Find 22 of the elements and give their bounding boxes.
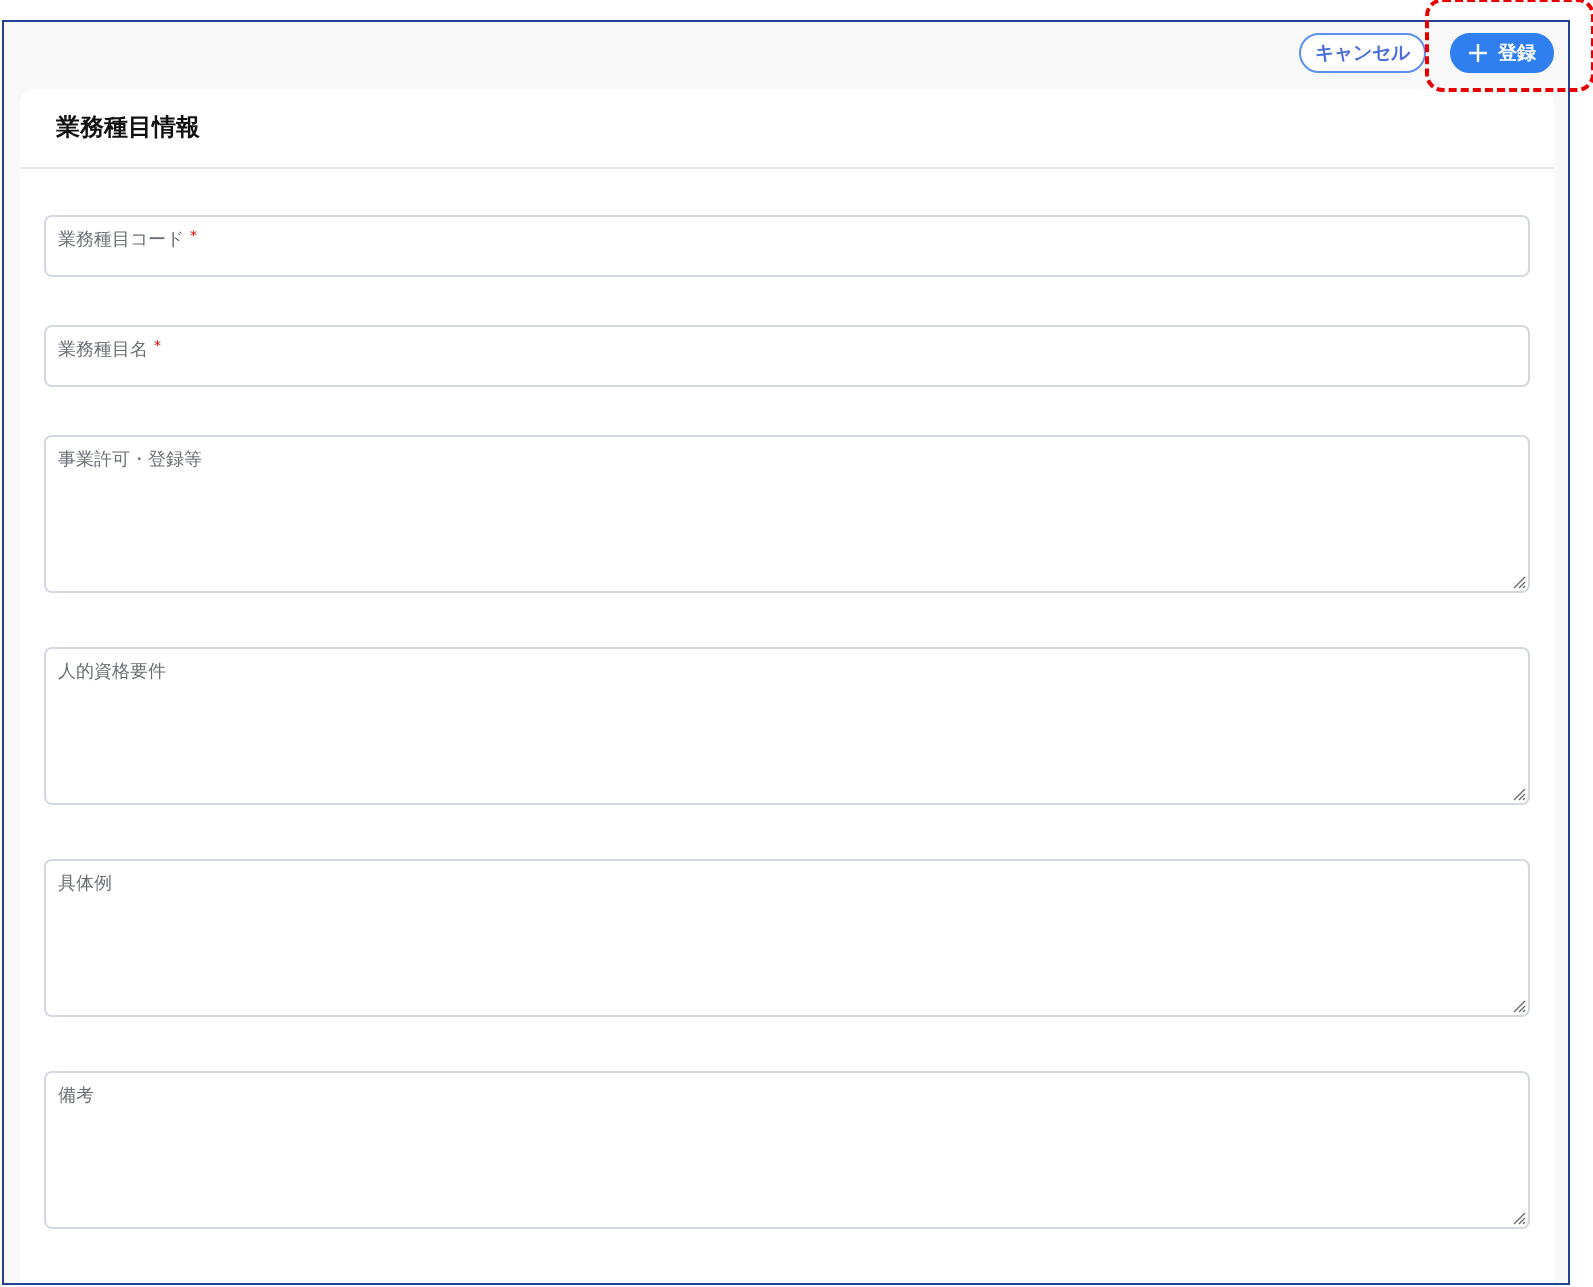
field-label: 業務種目コード: [58, 228, 184, 249]
field-label: 具体例: [58, 872, 112, 893]
resize-handle-icon[interactable]: [1512, 575, 1526, 589]
register-button[interactable]: 登録: [1450, 33, 1554, 73]
cancel-button[interactable]: キャンセル: [1299, 33, 1426, 73]
resize-handle-icon[interactable]: [1512, 787, 1526, 801]
input-field[interactable]: 業務種目名 *: [44, 325, 1530, 387]
text-area[interactable]: 備考: [44, 1071, 1530, 1229]
required-mark: *: [154, 337, 161, 353]
field-label: 業務種目名: [58, 338, 148, 359]
resize-handle-icon[interactable]: [1512, 999, 1526, 1013]
text-area[interactable]: 事業許可・登録等: [44, 435, 1530, 593]
text-area[interactable]: 具体例: [44, 859, 1530, 1017]
field-label: 備考: [58, 1084, 94, 1105]
plus-icon: [1468, 43, 1488, 63]
input-field[interactable]: 業務種目コード *: [44, 215, 1530, 277]
field-label: 人的資格要件: [58, 660, 166, 681]
field-label: 事業許可・登録等: [58, 448, 202, 469]
text-area[interactable]: 人的資格要件: [44, 647, 1530, 805]
resize-handle-icon[interactable]: [1512, 1211, 1526, 1225]
card-title: 業務種目情報: [55, 112, 201, 143]
required-mark: *: [190, 227, 197, 243]
